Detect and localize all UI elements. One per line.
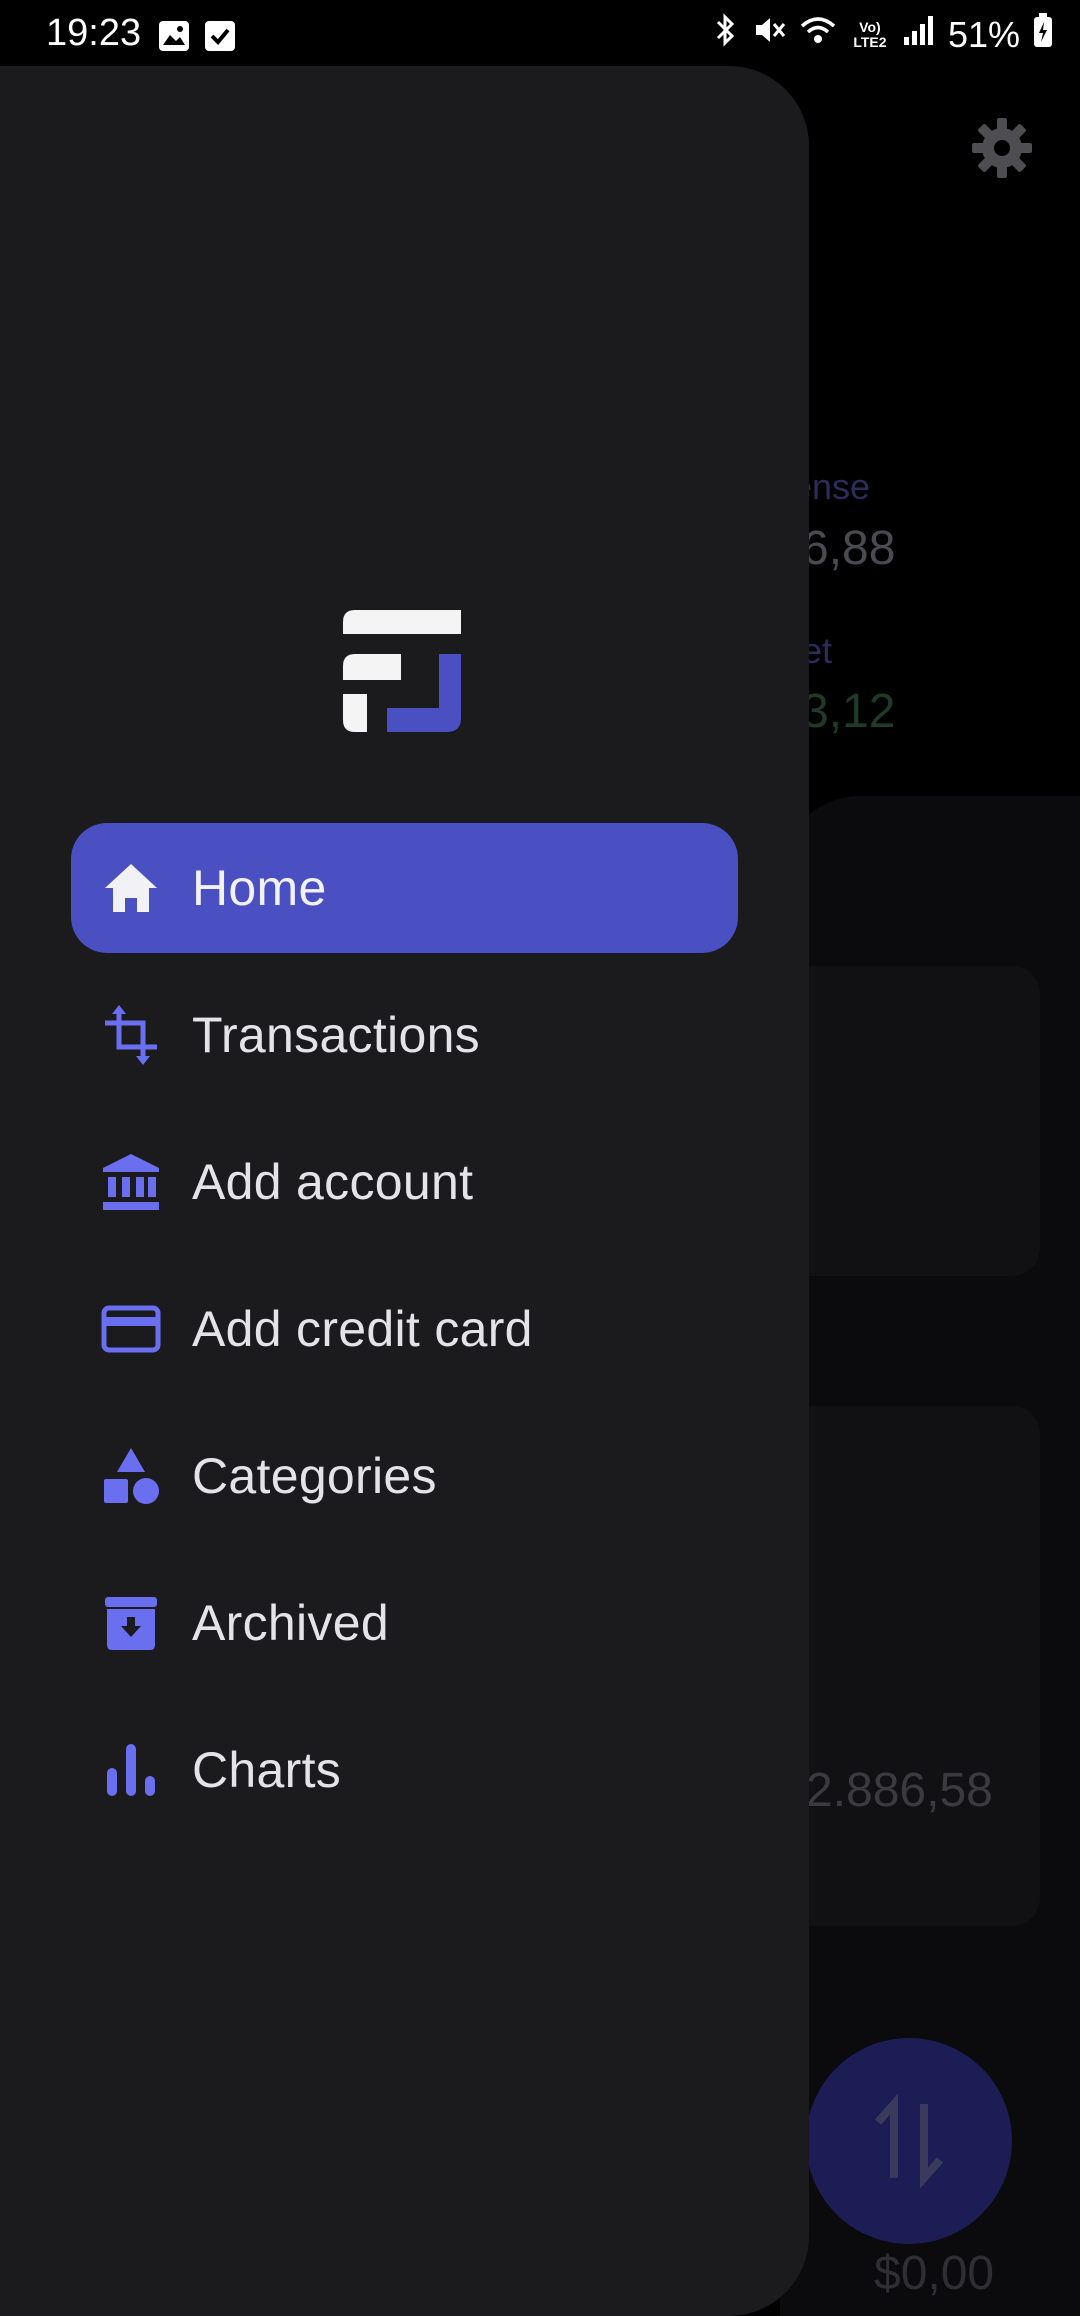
bar-chart-icon: [101, 1740, 161, 1800]
shapes-icon: [101, 1446, 161, 1506]
bluetooth-icon: [712, 12, 740, 57]
menu-item-transactions[interactable]: Transactions: [71, 970, 738, 1100]
menu-item-label: Categories: [192, 1448, 437, 1504]
bottom-value: $0,00: [874, 2247, 995, 2300]
menu-item-label: Archived: [192, 1595, 389, 1651]
transactions-icon: [101, 1005, 161, 1065]
menu-item-categories[interactable]: Categories: [71, 1411, 738, 1541]
volte-icon: Vo) LTE2: [853, 18, 887, 50]
drawer-menu: Home Transactions Add account Add credit…: [71, 823, 738, 1852]
navigation-drawer: Home Transactions Add account Add credit…: [0, 66, 809, 2316]
battery-icon: [1032, 12, 1054, 57]
net-value: 3,12: [802, 685, 896, 738]
bank-icon: [101, 1152, 161, 1212]
background-card: [780, 966, 1040, 1276]
menu-item-label: Home: [192, 860, 327, 916]
balance-value: 2.886,58: [806, 1764, 993, 1817]
menu-item-label: Charts: [192, 1742, 342, 1798]
signal-icon: [902, 13, 936, 56]
menu-item-label: Add credit card: [192, 1301, 533, 1357]
background-card: [780, 1406, 1040, 1926]
menu-item-archived[interactable]: Archived: [71, 1558, 738, 1688]
expense-value: 6,88: [802, 522, 896, 575]
status-time: 19:23: [46, 12, 142, 54]
menu-item-label: Add account: [192, 1154, 474, 1210]
menu-item-label: Transactions: [192, 1007, 480, 1063]
wifi-icon: [798, 12, 838, 57]
archive-icon: [101, 1593, 161, 1653]
app-logo: [343, 610, 469, 732]
home-icon: [101, 858, 161, 918]
mute-icon: [752, 12, 786, 57]
menu-item-charts[interactable]: Charts: [71, 1705, 738, 1835]
menu-item-add-account[interactable]: Add account: [71, 1117, 738, 1247]
gallery-icon: [158, 20, 190, 57]
settings-gear-icon[interactable]: [970, 116, 1034, 185]
status-bar: 19:23 Vo) LTE2 51%: [0, 0, 1080, 66]
transfer-fab[interactable]: [806, 2038, 1012, 2244]
credit-card-icon: [101, 1299, 161, 1359]
menu-item-home[interactable]: Home: [71, 823, 738, 953]
check-icon: [204, 20, 236, 57]
battery-percent: 51%: [947, 13, 1020, 55]
menu-item-add-credit-card[interactable]: Add credit card: [71, 1264, 738, 1394]
